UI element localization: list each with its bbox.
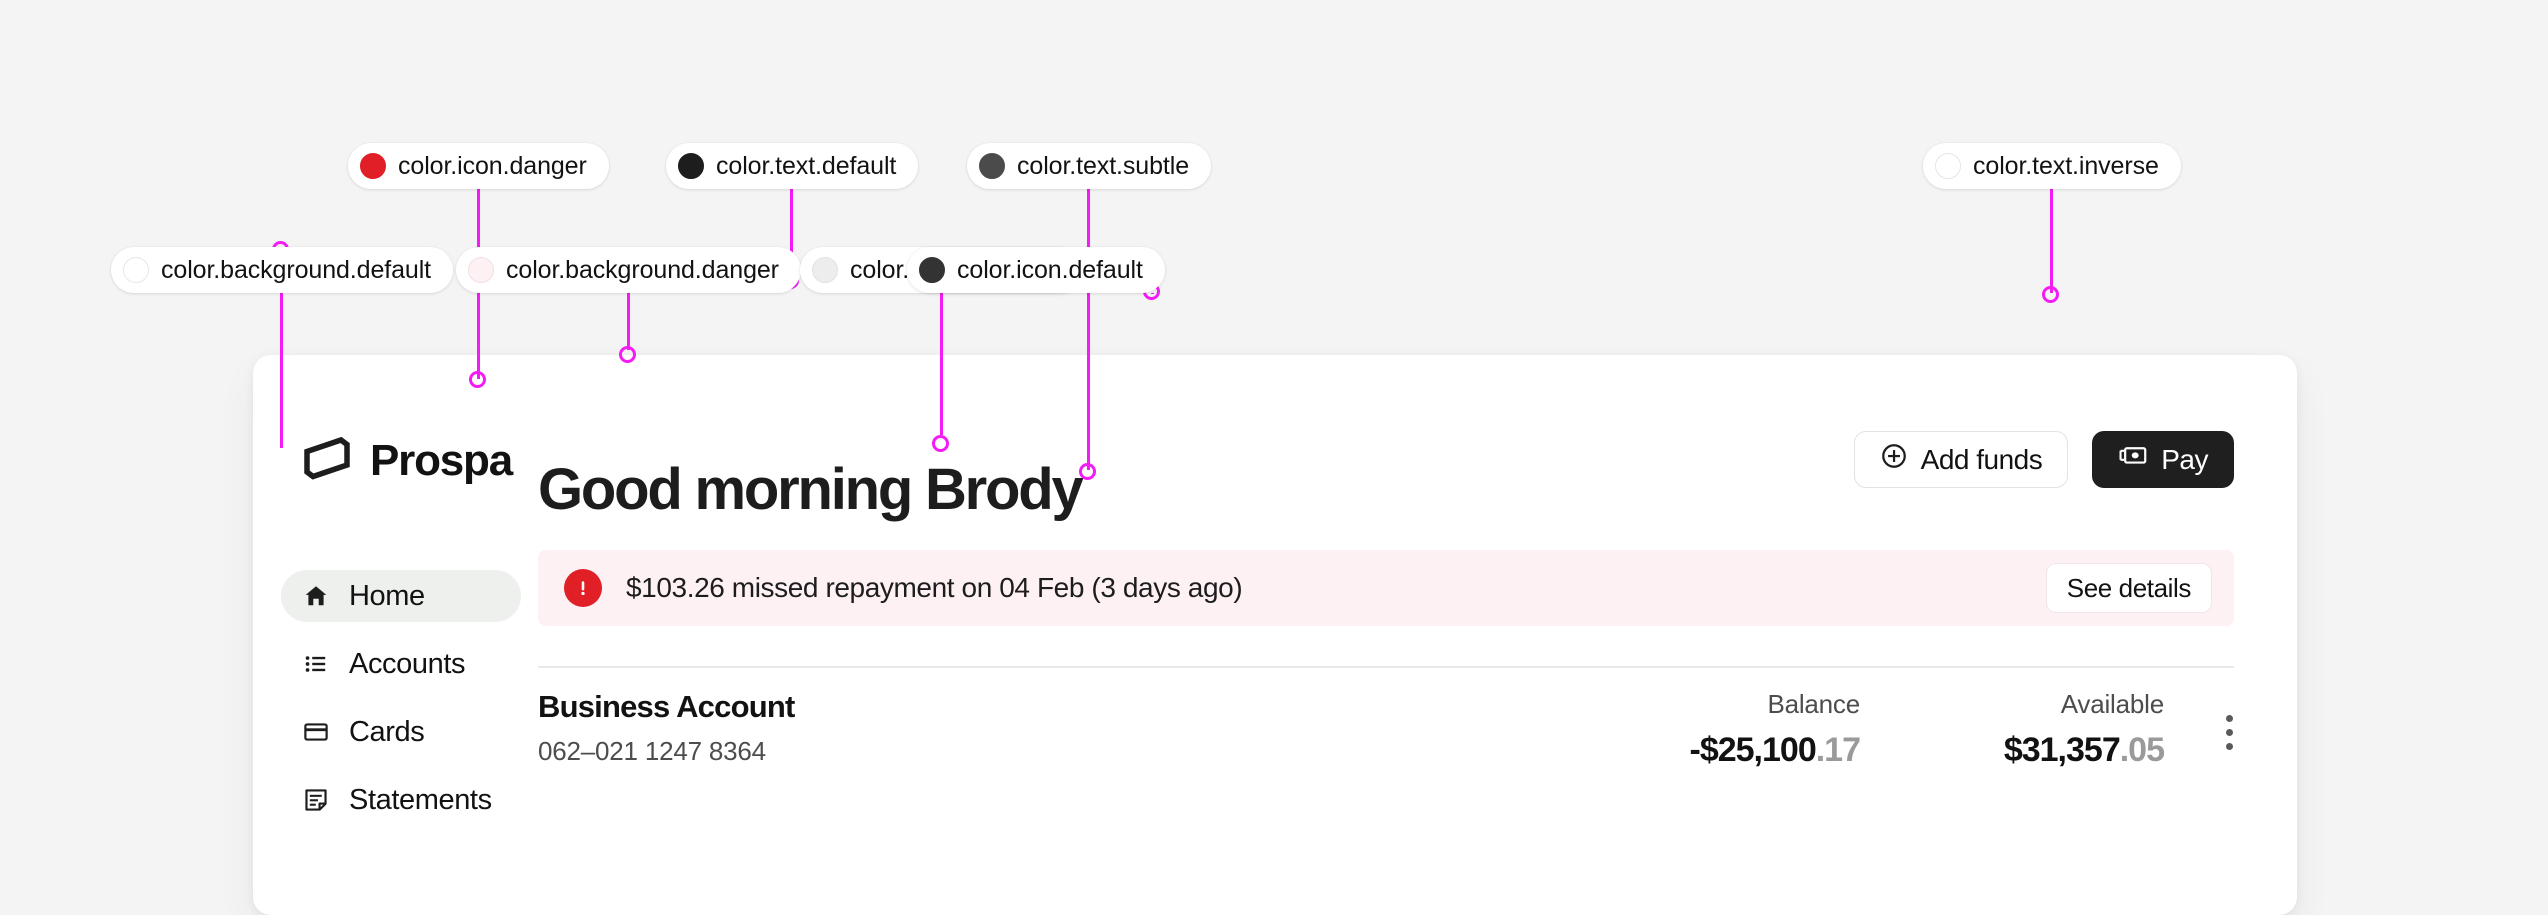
- section-divider: [538, 666, 2234, 668]
- color-swatch-icon: [1935, 153, 1961, 179]
- sidebar-nav: Home Accounts Cards Statements: [281, 570, 521, 842]
- kebab-dot: [2225, 729, 2233, 736]
- annotation-token-label: color.background.default: [161, 255, 432, 284]
- brand-logo[interactable]: Prospa: [301, 432, 513, 489]
- kebab-dot: [2225, 743, 2233, 750]
- prospa-logo-icon: [301, 432, 353, 489]
- annotation-token-label: color.background.danger: [506, 255, 779, 284]
- list-icon: [303, 651, 329, 677]
- balance-dollars: -$25,100: [1689, 731, 1817, 769]
- balance-cents: .17: [1815, 731, 1861, 769]
- kebab-menu-icon[interactable]: [2224, 715, 2234, 750]
- balance-value: -$25,100.17: [1650, 731, 1862, 769]
- annotation-token-label: color.icon.default: [957, 255, 1143, 284]
- color-swatch-icon: [979, 153, 1005, 179]
- balance-column: Balance -$25,100.17: [1650, 689, 1862, 769]
- exclamation-circle-icon: [564, 569, 602, 607]
- sidebar-item-accounts[interactable]: Accounts: [281, 638, 521, 690]
- brand-name: Prospa: [370, 435, 513, 485]
- app-window-card: Prospa Home Accounts Cards Statements Go…: [253, 355, 2297, 915]
- home-icon: [303, 583, 329, 609]
- sidebar-item-label: Accounts: [349, 647, 466, 680]
- color-swatch-icon: [678, 153, 704, 179]
- annotation-pill-color-background-danger: color.background.danger: [456, 247, 801, 293]
- header-actions: Add funds Pay: [1853, 431, 2234, 488]
- balance-label: Balance: [1767, 689, 1860, 719]
- annotation-pill-color-text-inverse: color.text.inverse: [1923, 143, 2181, 189]
- account-name: Business Account: [538, 689, 795, 724]
- available-cents: .05: [2119, 731, 2165, 769]
- color-swatch-icon: [812, 257, 838, 283]
- annotation-pill-color-background-default: color.background.default: [111, 247, 454, 293]
- color-swatch-icon: [919, 257, 945, 283]
- alert-message: $103.26 missed repayment on 04 Feb (3 da…: [626, 572, 1243, 603]
- annotation-token-label: color.text.inverse: [1973, 151, 2159, 180]
- account-identity: Business Account 062–021 1247 8364: [538, 691, 795, 764]
- annotation-target-dot: [272, 241, 289, 258]
- available-value: $31,357.05: [1954, 731, 2165, 769]
- sidebar-item-statements[interactable]: Statements: [281, 774, 521, 826]
- annotation-target-dot: [1143, 283, 1160, 300]
- sidebar-item-home[interactable]: Home: [281, 570, 521, 622]
- annotation-leader-line: [2050, 189, 2053, 293]
- annotation-pill-color-text-default: color.text.default: [666, 143, 919, 189]
- main-content: Good morning Brody Add funds Pay $103.26…: [538, 355, 2297, 915]
- pay-label: Pay: [2161, 443, 2208, 475]
- available-column: Available $31,357.05: [1954, 689, 2165, 769]
- available-label: Available: [2060, 689, 2164, 719]
- add-funds-button[interactable]: Add funds: [1853, 431, 2069, 488]
- annotation-token-label: color.text.subtle: [1017, 151, 1190, 180]
- page-title: Good morning Brody: [538, 456, 1084, 522]
- annotation-token-label: color.text.default: [716, 151, 897, 180]
- banknote-icon: [2118, 441, 2148, 478]
- annotation-leader-line: [477, 189, 480, 379]
- add-funds-label: Add funds: [1920, 443, 2043, 475]
- color-swatch-icon: [468, 257, 494, 283]
- annotation-pill-color-text-subtle: color.text.subtle: [967, 143, 1212, 189]
- credit-card-icon: [303, 719, 329, 745]
- annotation-target-dot: [782, 272, 799, 289]
- kebab-dot: [2225, 715, 2233, 722]
- annotation-token-label: color.icon.danger: [398, 151, 587, 180]
- see-details-button[interactable]: See details: [2045, 563, 2212, 613]
- annotation-leader-line: [627, 293, 630, 350]
- annotation-target-dot: [2042, 286, 2059, 303]
- annotation-pill-color-icon-default: color.icon.default: [907, 247, 1165, 293]
- available-dollars: $31,357: [2003, 731, 2121, 769]
- color-swatch-icon: [360, 153, 386, 179]
- annotation-leader-line: [790, 189, 793, 278]
- sidebar-item-label: Cards: [349, 715, 425, 748]
- sidebar-item-label: Home: [349, 579, 425, 612]
- annotation-leader-line: [1151, 293, 1154, 294]
- sidebar-item-cards[interactable]: Cards: [281, 706, 521, 758]
- annotation-token-label: color.border.default: [850, 255, 1061, 284]
- annotation-pill-color-icon-danger: color.icon.danger: [348, 143, 609, 189]
- missed-repayment-alert: $103.26 missed repayment on 04 Feb (3 da…: [538, 550, 2234, 626]
- sidebar-item-label: Statements: [349, 783, 492, 816]
- color-swatch-icon: [123, 257, 149, 283]
- document-icon: [303, 787, 329, 813]
- sidebar: Prospa Home Accounts Cards Statements: [253, 355, 538, 915]
- plus-circle-icon: [1880, 442, 1908, 477]
- account-number: 062–021 1247 8364: [538, 736, 766, 766]
- pay-button[interactable]: Pay: [2092, 431, 2234, 488]
- annotation-pill-color-border-default: color.border.default: [800, 247, 1083, 293]
- account-row[interactable]: Business Account 062–021 1247 8364 Balan…: [538, 691, 2234, 767]
